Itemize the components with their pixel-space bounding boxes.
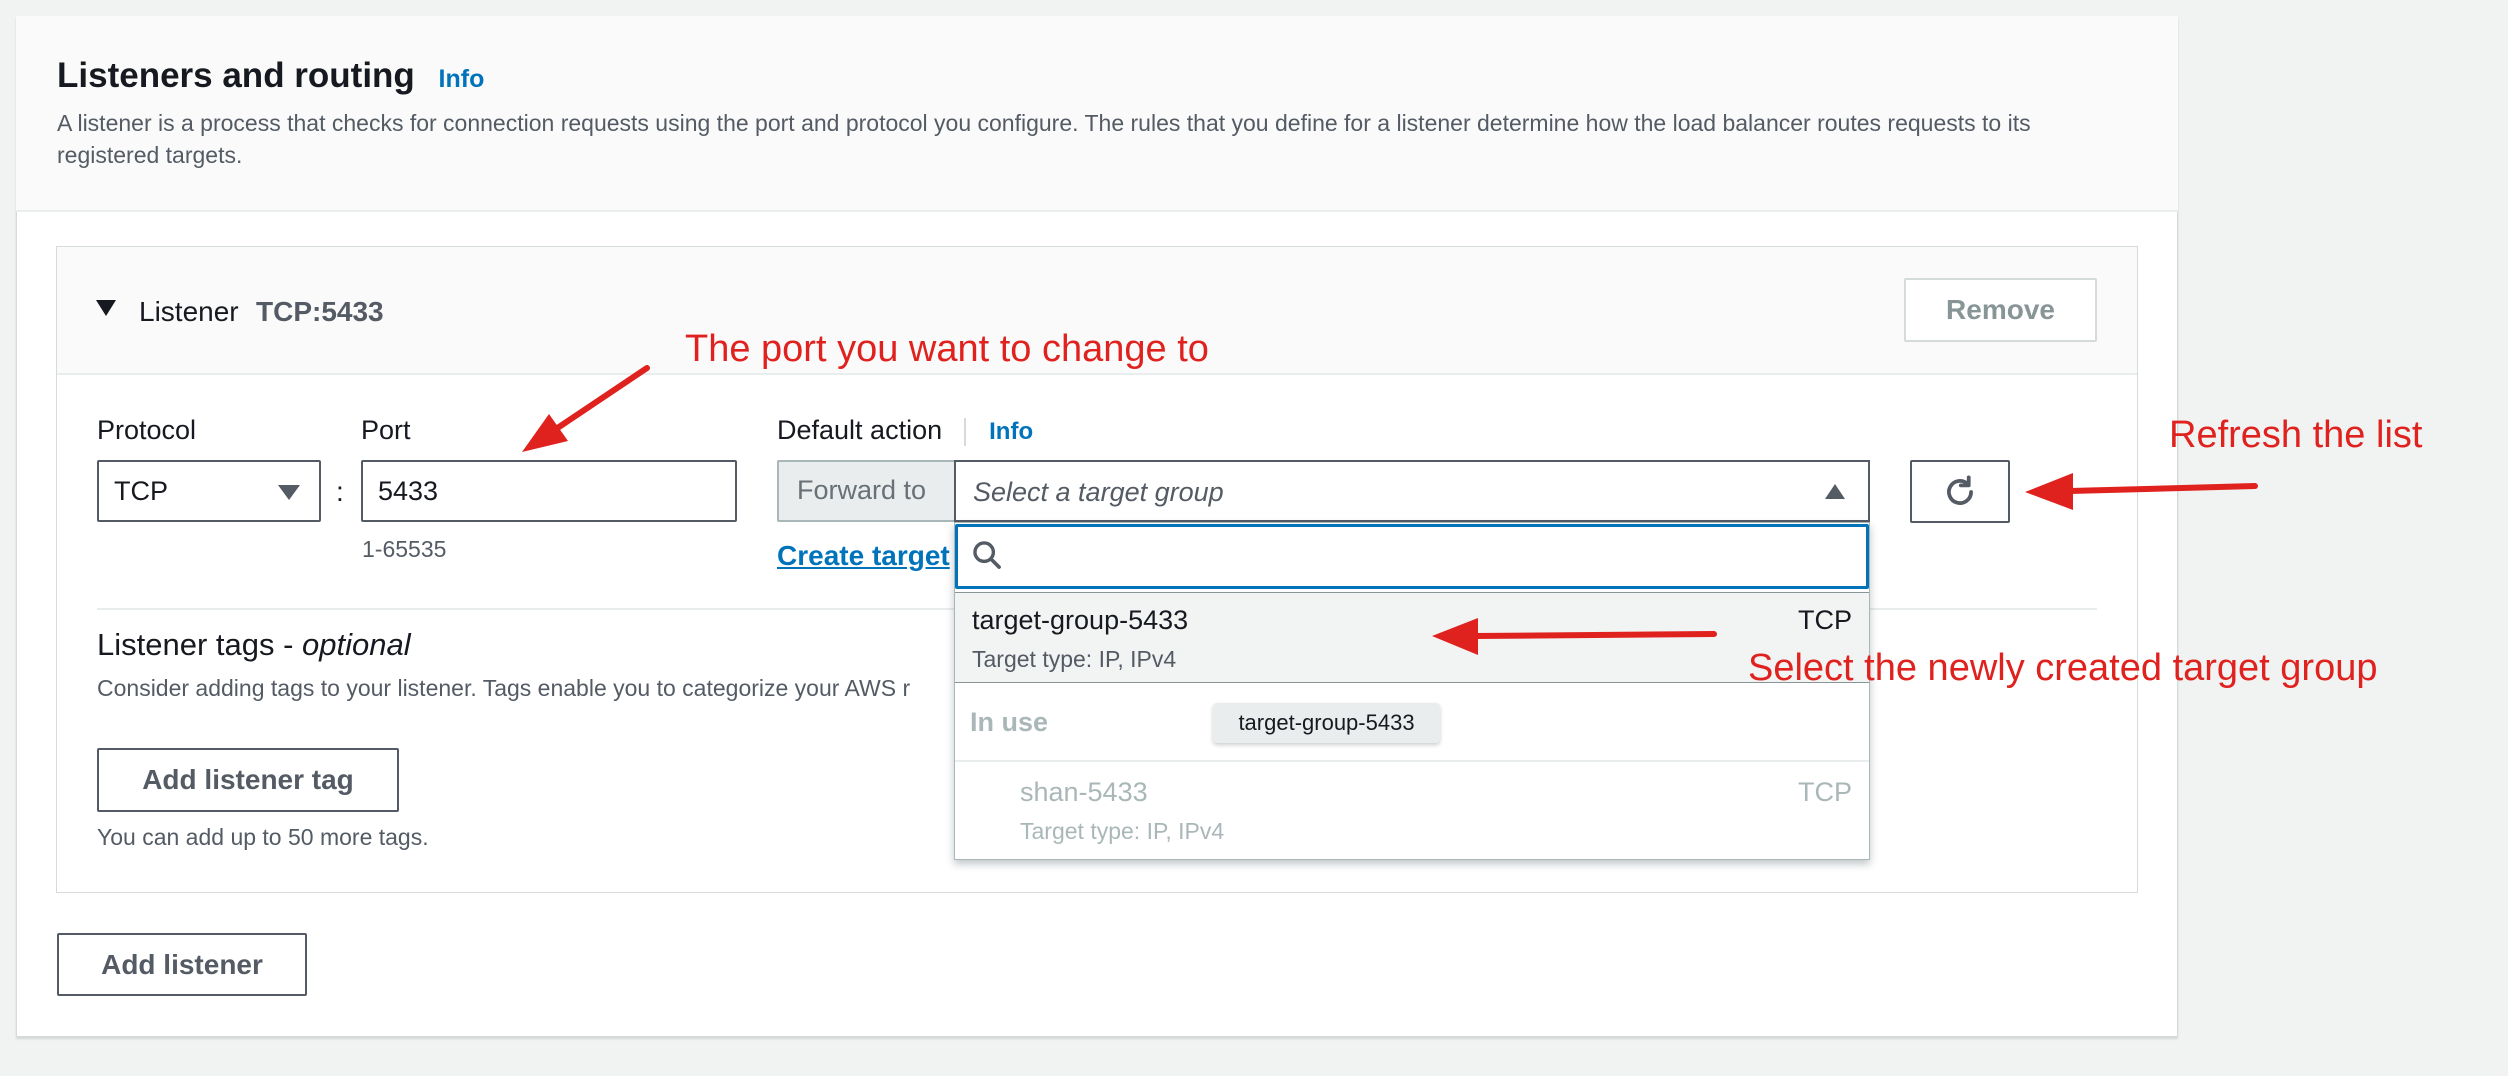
option-name-disabled: shan-5433 xyxy=(1020,777,1148,807)
default-action-text: Default action xyxy=(777,415,943,445)
listener-tags-title: Listener tags - optional xyxy=(97,627,411,663)
tags-hint: You can add up to 50 more tags. xyxy=(97,824,429,850)
refresh-icon xyxy=(1947,475,1973,505)
in-use-group-label: In use xyxy=(970,707,1049,737)
group-divider xyxy=(955,760,1869,762)
tags-title-optional: optional xyxy=(302,627,411,662)
panel-info-link[interactable]: Info xyxy=(439,65,485,93)
search-icon xyxy=(973,541,1001,569)
port-value: 5433 xyxy=(378,476,439,506)
target-group-placeholder: Select a target group xyxy=(973,477,1224,507)
tags-description: Consider adding tags to your listener. T… xyxy=(97,675,911,701)
default-action-label: Default action Info xyxy=(777,415,1033,446)
label-divider xyxy=(963,417,966,446)
add-listener-tag-button[interactable]: Add listener tag xyxy=(97,748,399,812)
annotation-refresh: Refresh the list xyxy=(2169,414,2423,456)
remove-button[interactable]: Remove xyxy=(1904,278,2097,342)
create-target-link[interactable]: Create target xyxy=(777,540,950,572)
option-subtitle: Target type: IP, IPv4 xyxy=(972,646,1177,672)
tooltip: target-group-5433 xyxy=(1213,703,1440,743)
listener-value: TCP:5433 xyxy=(256,296,384,327)
protocol-label: Protocol xyxy=(97,415,197,445)
colon-separator: : xyxy=(336,476,344,507)
refresh-button[interactable] xyxy=(1910,460,2010,523)
option-protocol: TCP xyxy=(1798,605,1852,635)
listener-label: Listener xyxy=(139,296,239,327)
annotation-select: Select the newly created target group xyxy=(1748,647,2378,689)
triangle-up-icon xyxy=(1825,484,1845,499)
port-label: Port xyxy=(361,415,411,445)
add-listener-button[interactable]: Add listener xyxy=(57,933,307,996)
default-action-info-link[interactable]: Info xyxy=(989,418,1033,445)
panel-title: Listeners and routing Info xyxy=(57,56,484,96)
forward-to-label: Forward to xyxy=(797,475,927,505)
annotation-port: The port you want to change to xyxy=(685,328,1209,370)
panel-title-text: Listeners and routing xyxy=(57,56,415,95)
option-name: target-group-5433 xyxy=(972,605,1189,635)
triangle-down-icon xyxy=(278,485,300,500)
port-hint: 1-65535 xyxy=(362,536,447,562)
tags-title-prefix: Listener tags - xyxy=(97,627,303,662)
search-input[interactable] xyxy=(955,524,1869,589)
option-subtitle-disabled: Target type: IP, IPv4 xyxy=(1020,818,1225,844)
option-protocol-disabled: TCP xyxy=(1798,777,1852,807)
caret-down-icon[interactable] xyxy=(96,300,116,316)
panel-description: A listener is a process that checks for … xyxy=(57,110,2031,168)
protocol-value: TCP xyxy=(114,476,168,506)
